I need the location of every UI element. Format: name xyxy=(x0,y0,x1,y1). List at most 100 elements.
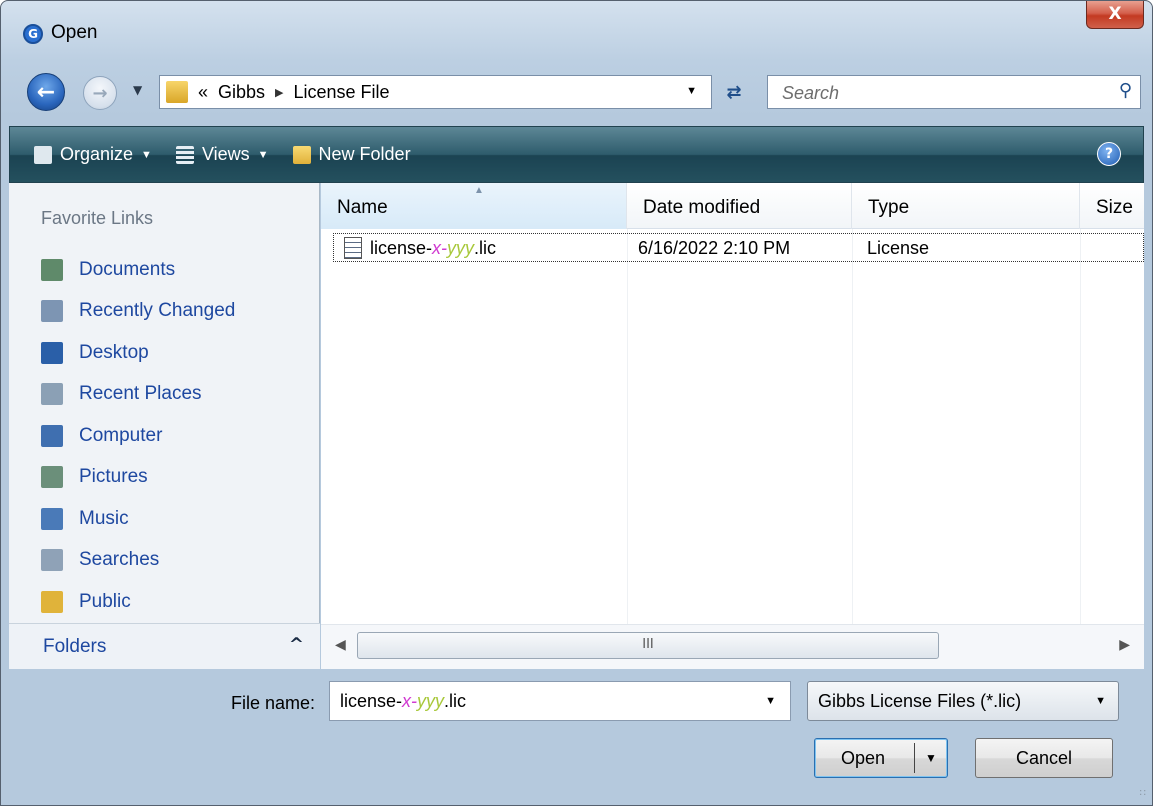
back-button[interactable]: ← xyxy=(27,73,65,111)
open-options-dropdown-icon[interactable]: ▼ xyxy=(925,739,937,777)
favorite-label: Music xyxy=(79,507,129,529)
column-divider xyxy=(852,229,853,624)
cancel-button[interactable]: Cancel xyxy=(975,738,1113,778)
file-name-x: x xyxy=(402,691,412,711)
column-label: Type xyxy=(868,197,910,218)
computer-icon xyxy=(41,424,63,447)
scroll-right-icon[interactable]: ▶ xyxy=(1119,637,1130,653)
favorite-label: Pictures xyxy=(79,466,148,488)
column-header-date[interactable]: Date modified xyxy=(627,183,852,229)
address-dropdown-icon[interactable]: ▼ xyxy=(686,85,697,97)
forward-arrow-icon: → xyxy=(92,82,108,104)
file-name-ext: .lic xyxy=(474,237,497,258)
chevron-up-icon[interactable]: ^ xyxy=(289,634,304,655)
scroll-grip: III xyxy=(642,637,654,652)
file-row[interactable]: license-x - yyy .lic 6/16/2022 2:10 PM Lice… xyxy=(333,233,1144,262)
window-title: Open xyxy=(51,22,98,43)
open-label: Open xyxy=(841,748,886,768)
file-name-y: yyy xyxy=(417,691,445,711)
favorite-label: Recent Places xyxy=(79,383,202,405)
organize-label: Organize xyxy=(60,144,134,164)
file-type-value: Gibbs License Files (*.lic) xyxy=(818,691,1022,711)
favorite-public[interactable]: Public xyxy=(9,581,319,623)
new-folder-icon xyxy=(292,145,311,164)
column-label: Date modified xyxy=(643,197,761,218)
command-toolbar: Organize ▼ Views ▼ New Folder ? xyxy=(9,126,1144,183)
breadcrumb-item[interactable]: Gibbs xyxy=(218,82,265,103)
new-folder-label: New Folder xyxy=(318,144,411,164)
search-input[interactable]: Search ⚲ xyxy=(767,75,1141,109)
column-divider xyxy=(627,229,628,624)
views-label: Views xyxy=(201,144,250,164)
views-button[interactable]: Views ▼ xyxy=(175,144,269,165)
music-icon xyxy=(41,507,63,530)
favorite-links-heading: Favorite Links xyxy=(41,208,154,228)
chevron-down-icon: ▼ xyxy=(141,148,152,161)
scroll-thumb[interactable]: III xyxy=(357,632,939,659)
pictures-icon xyxy=(41,466,63,489)
favorite-links-list: Documents Recently Changed Desktop Recen… xyxy=(9,249,319,623)
favorite-desktop[interactable]: Desktop xyxy=(9,332,319,374)
horizontal-scrollbar[interactable]: ◀ III ▶ xyxy=(321,624,1144,669)
file-name-value: license- xyxy=(340,691,403,711)
forward-button[interactable]: → xyxy=(83,76,117,110)
public-folder-icon xyxy=(41,590,63,613)
column-headers: Name ▲ Date modified Type Size xyxy=(321,183,1144,229)
back-arrow-icon: ← xyxy=(36,79,56,105)
address-bar[interactable]: « Gibbs ▶ License File ▼ xyxy=(159,75,712,109)
favorite-label: Documents xyxy=(79,258,176,280)
breadcrumb-separator-icon[interactable]: ▶ xyxy=(275,86,283,99)
column-header-type[interactable]: Type xyxy=(852,183,1080,229)
documents-icon xyxy=(41,258,63,281)
favorite-recently-changed[interactable]: Recently Changed xyxy=(9,291,319,333)
help-icon[interactable]: ? xyxy=(1097,142,1121,166)
scroll-left-icon[interactable]: ◀ xyxy=(335,637,346,653)
favorite-label: Public xyxy=(79,590,131,612)
column-label: Name xyxy=(337,197,388,218)
sort-ascending-icon: ▲ xyxy=(474,185,484,196)
searches-icon xyxy=(41,549,63,572)
open-dialog: G Open X ← → ▼ « Gibbs ▶ License File ▼ … xyxy=(0,0,1153,806)
file-name-input[interactable]: license-x-yyy.lic ▼ xyxy=(329,681,791,721)
close-button[interactable]: X xyxy=(1086,1,1144,29)
file-type-select[interactable]: Gibbs License Files (*.lic) ▼ xyxy=(807,681,1119,721)
navigation-bar: ← → ▼ « Gibbs ▶ License File ▼ ⇄ Search … xyxy=(1,65,1152,117)
folders-toggle[interactable]: Folders ^ xyxy=(9,623,320,669)
chevron-down-icon[interactable]: ▼ xyxy=(765,695,776,707)
desktop-icon xyxy=(41,341,63,364)
recently-changed-icon xyxy=(41,300,63,323)
search-icon[interactable]: ⚲ xyxy=(1119,80,1132,101)
favorite-computer[interactable]: Computer xyxy=(9,415,319,457)
breadcrumb-overflow[interactable]: « xyxy=(198,82,208,103)
file-name-ext: .lic xyxy=(444,691,467,711)
column-header-name[interactable]: Name ▲ xyxy=(321,183,627,229)
favorite-label: Searches xyxy=(79,549,160,571)
favorite-recent-places[interactable]: Recent Places xyxy=(9,374,319,416)
folders-label: Folders xyxy=(43,636,107,657)
favorite-searches[interactable]: Searches xyxy=(9,540,319,582)
refresh-icon: ⇄ xyxy=(726,81,742,103)
file-type-cell: License xyxy=(867,238,930,258)
organize-button[interactable]: Organize ▼ xyxy=(34,144,152,165)
breadcrumb-item[interactable]: License File xyxy=(294,82,390,103)
favorite-label: Desktop xyxy=(79,341,149,363)
favorite-pictures[interactable]: Pictures xyxy=(9,457,319,499)
title-bar: G Open X xyxy=(1,1,1152,57)
recent-places-icon xyxy=(41,383,63,406)
favorite-label: Computer xyxy=(79,424,163,446)
chevron-down-icon: ▼ xyxy=(257,148,269,161)
file-date-cell: 6/16/2022 2:10 PM xyxy=(638,238,791,258)
column-header-size[interactable]: Size xyxy=(1080,183,1144,229)
new-folder-button[interactable]: New Folder xyxy=(292,144,411,165)
refresh-button[interactable]: ⇄ xyxy=(715,75,753,109)
column-divider xyxy=(1080,229,1081,624)
search-placeholder: Search xyxy=(782,83,840,103)
favorite-documents[interactable]: Documents xyxy=(9,249,319,291)
favorite-music[interactable]: Music xyxy=(9,498,319,540)
file-name-x: x xyxy=(432,237,442,258)
open-button[interactable]: Open ▼ xyxy=(814,738,948,778)
app-icon: G xyxy=(23,24,43,44)
recent-pages-dropdown[interactable]: ▼ xyxy=(133,83,142,97)
resize-grip-icon[interactable]: ∷ xyxy=(1140,788,1146,799)
favorite-label: Recently Changed xyxy=(79,300,236,322)
